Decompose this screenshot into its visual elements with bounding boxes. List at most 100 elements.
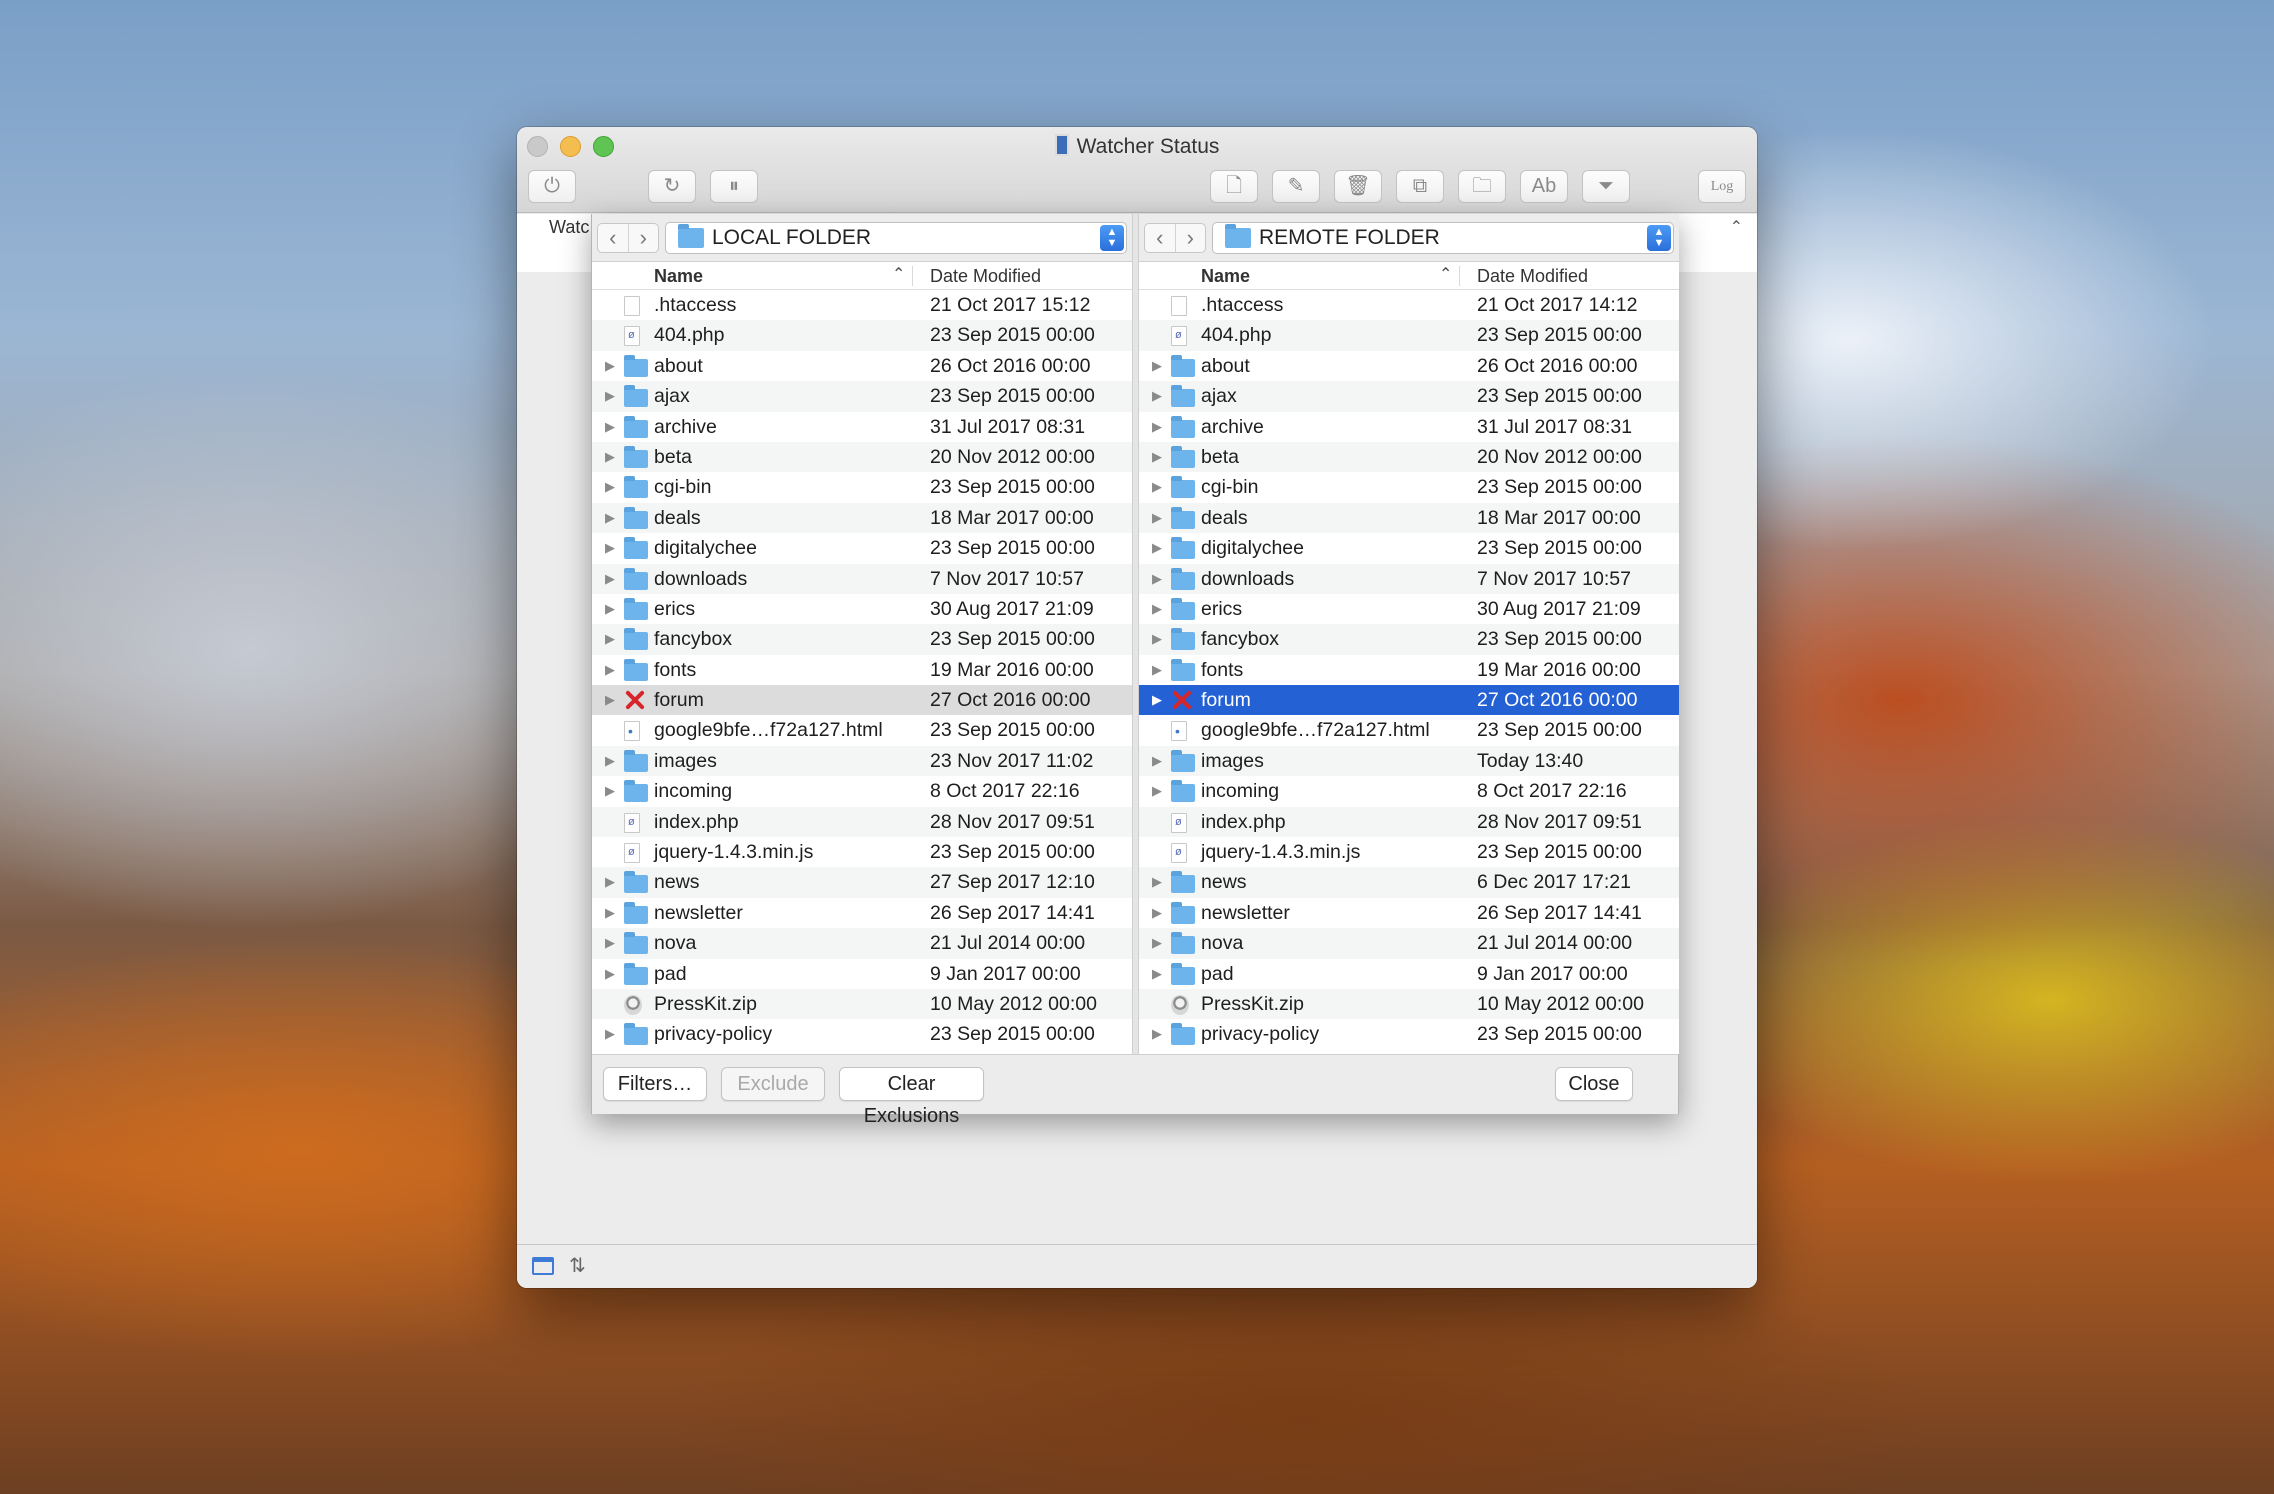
disclosure-triangle-icon[interactable]: ▶ (1152, 503, 1162, 533)
disclosure-triangle-icon[interactable]: ▶ (605, 381, 615, 411)
disclosure-triangle-icon[interactable]: ▶ (1152, 685, 1162, 715)
remote-path-popup[interactable]: REMOTE FOLDER ▲ ▼ (1212, 222, 1674, 254)
rename-button[interactable]: Ab (1520, 170, 1568, 203)
remote-file-row[interactable]: .htaccess 21 Oct 2017 14:12 (1139, 290, 1679, 320)
local-file-row[interactable]: ▶ fancybox 23 Sep 2015 00:00 (592, 624, 1132, 655)
chevron-up-icon[interactable]: ⌃ (1730, 217, 1743, 237)
disclosure-triangle-icon[interactable]: ▶ (605, 442, 615, 472)
disclosure-triangle-icon[interactable]: ▶ (1152, 776, 1162, 806)
name-column-header[interactable]: Name (1201, 266, 1250, 287)
remote-file-row[interactable]: jquery-1.4.3.min.js 23 Sep 2015 00:00 (1139, 837, 1679, 867)
remote-file-row[interactable]: ▶ newsletter 26 Sep 2017 14:41 (1139, 898, 1679, 928)
local-file-row[interactable]: ▶ about 26 Oct 2016 00:00 (592, 351, 1132, 381)
local-file-row[interactable]: jquery-1.4.3.min.js 23 Sep 2015 00:00 (592, 837, 1132, 867)
local-file-row[interactable]: ▶ deals 18 Mar 2017 00:00 (592, 502, 1132, 534)
filters-button[interactable]: Filters… (603, 1067, 707, 1101)
disclosure-triangle-icon[interactable]: ▶ (1152, 594, 1162, 624)
power-button[interactable]: ⏻ (528, 170, 576, 203)
log-button[interactable]: Log (1698, 170, 1746, 203)
remote-file-row[interactable]: ▶ ajax 23 Sep 2015 00:00 (1139, 381, 1679, 412)
disclosure-triangle-icon[interactable]: ▶ (1152, 533, 1162, 563)
remote-file-row[interactable]: ▶ fancybox 23 Sep 2015 00:00 (1139, 624, 1679, 655)
local-path-popup[interactable]: LOCAL FOLDER ▲ ▼ (665, 222, 1127, 254)
back-icon[interactable]: ‹ (598, 224, 629, 252)
pause-button[interactable]: ⏸ (710, 170, 758, 203)
new-file-button[interactable]: 🗋 (1210, 170, 1258, 203)
disclosure-triangle-icon[interactable]: ▶ (605, 1019, 615, 1049)
disclosure-triangle-icon[interactable]: ▶ (1152, 624, 1162, 654)
remote-file-row[interactable]: PressKit.zip 10 May 2012 00:00 (1139, 988, 1679, 1020)
local-file-row[interactable]: ▶ incoming 8 Oct 2017 22:16 (592, 776, 1132, 806)
remote-file-row[interactable]: ▶ archive 31 Jul 2017 08:31 (1139, 412, 1679, 442)
local-file-row[interactable]: ▶ nova 21 Jul 2014 00:00 (592, 928, 1132, 959)
window-layout-icon[interactable] (532, 1257, 554, 1275)
disclosure-triangle-icon[interactable]: ▶ (605, 655, 615, 685)
disclosure-triangle-icon[interactable]: ▶ (605, 867, 615, 897)
local-file-row[interactable]: index.php 28 Nov 2017 09:51 (592, 806, 1132, 838)
remote-file-row[interactable]: ▶ about 26 Oct 2016 00:00 (1139, 351, 1679, 381)
remote-file-row[interactable]: google9bfe…f72a127.html 23 Sep 2015 00:00 (1139, 715, 1679, 746)
edit-button[interactable]: ✎ (1272, 170, 1320, 203)
disclosure-triangle-icon[interactable]: ▶ (605, 898, 615, 928)
delete-button[interactable]: 🗑 (1334, 170, 1382, 203)
remote-file-row[interactable]: ▶ erics 30 Aug 2017 21:09 (1139, 594, 1679, 624)
remote-file-row[interactable]: index.php 28 Nov 2017 09:51 (1139, 806, 1679, 838)
remote-file-row[interactable]: ▶ beta 20 Nov 2012 00:00 (1139, 441, 1679, 473)
disclosure-triangle-icon[interactable]: ▶ (605, 503, 615, 533)
date-column-header[interactable]: Date Modified (930, 266, 1041, 287)
local-file-row[interactable]: ▶ privacy-policy 23 Sep 2015 00:00 (592, 1019, 1132, 1049)
local-file-row[interactable]: 404.php 23 Sep 2015 00:00 (592, 320, 1132, 351)
disclosure-triangle-icon[interactable]: ▶ (605, 624, 615, 654)
name-column-header[interactable]: Name (654, 266, 703, 287)
disclosure-triangle-icon[interactable]: ▶ (1152, 1019, 1162, 1049)
disclosure-triangle-icon[interactable]: ▶ (605, 685, 615, 715)
local-file-row[interactable]: ▶ images 23 Nov 2017 11:02 (592, 745, 1132, 777)
remote-file-row[interactable]: ▶ pad 9 Jan 2017 00:00 (1139, 959, 1679, 989)
disclosure-triangle-icon[interactable]: ▶ (1152, 898, 1162, 928)
sort-arrows-icon[interactable]: ⇅ (569, 1253, 586, 1278)
forward-icon[interactable]: › (629, 224, 659, 252)
pane-divider[interactable] (1132, 214, 1139, 1054)
disclosure-triangle-icon[interactable]: ▶ (605, 533, 615, 563)
remote-file-row[interactable]: ▶ cgi-bin 23 Sep 2015 00:00 (1139, 472, 1679, 502)
disclosure-triangle-icon[interactable]: ▶ (605, 351, 615, 381)
local-file-row[interactable]: ▶ erics 30 Aug 2017 21:09 (592, 594, 1132, 624)
remote-file-row[interactable]: ▶ digitalychee 23 Sep 2015 00:00 (1139, 533, 1679, 563)
disclosure-triangle-icon[interactable]: ▶ (1152, 351, 1162, 381)
local-file-row[interactable]: ▶ forum 27 Oct 2016 00:00 (592, 685, 1132, 716)
disclosure-triangle-icon[interactable]: ▶ (1152, 746, 1162, 776)
local-file-row[interactable]: .htaccess 21 Oct 2017 15:12 (592, 290, 1132, 320)
disclosure-triangle-icon[interactable]: ▶ (1152, 472, 1162, 502)
local-file-row[interactable]: ▶ archive 31 Jul 2017 08:31 (592, 412, 1132, 442)
local-file-row[interactable]: ▶ news 27 Sep 2017 12:10 (592, 867, 1132, 898)
disclosure-triangle-icon[interactable]: ▶ (1152, 959, 1162, 989)
local-file-row[interactable]: PressKit.zip 10 May 2012 00:00 (592, 988, 1132, 1020)
disclosure-triangle-icon[interactable]: ▶ (605, 746, 615, 776)
remote-file-row[interactable]: ▶ deals 18 Mar 2017 00:00 (1139, 502, 1679, 534)
local-file-row[interactable]: ▶ pad 9 Jan 2017 00:00 (592, 959, 1132, 989)
refresh-button[interactable]: ↻ (648, 170, 696, 203)
local-file-row[interactable]: ▶ digitalychee 23 Sep 2015 00:00 (592, 533, 1132, 563)
local-file-row[interactable]: google9bfe…f72a127.html 23 Sep 2015 00:00 (592, 715, 1132, 746)
new-folder-button[interactable]: 🗀 (1458, 170, 1506, 203)
disclosure-triangle-icon[interactable]: ▶ (1152, 412, 1162, 442)
disclosure-triangle-icon[interactable]: ▶ (605, 959, 615, 989)
remote-file-row[interactable]: ▶ nova 21 Jul 2014 00:00 (1139, 928, 1679, 959)
clear-exclusions-button[interactable]: Clear Exclusions (839, 1067, 984, 1127)
local-file-row[interactable]: ▶ ajax 23 Sep 2015 00:00 (592, 381, 1132, 412)
disclosure-triangle-icon[interactable]: ▶ (1152, 442, 1162, 472)
disclosure-triangle-icon[interactable]: ▶ (605, 412, 615, 442)
remote-file-row[interactable]: 404.php 23 Sep 2015 00:00 (1139, 320, 1679, 351)
local-file-row[interactable]: ▶ cgi-bin 23 Sep 2015 00:00 (592, 472, 1132, 502)
local-file-row[interactable]: ▶ downloads 7 Nov 2017 10:57 (592, 563, 1132, 594)
filter-button[interactable]: ⏷ (1582, 170, 1630, 203)
disclosure-triangle-icon[interactable]: ▶ (1152, 655, 1162, 685)
disclosure-triangle-icon[interactable]: ▶ (605, 472, 615, 502)
remote-file-row[interactable]: ▶ fonts 19 Mar 2016 00:00 (1139, 655, 1679, 685)
disclosure-triangle-icon[interactable]: ▶ (605, 776, 615, 806)
remote-file-row[interactable]: ▶ images Today 13:40 (1139, 745, 1679, 777)
remote-file-row[interactable]: ▶ privacy-policy 23 Sep 2015 00:00 (1139, 1019, 1679, 1049)
remote-file-row[interactable]: ▶ forum 27 Oct 2016 00:00 (1139, 685, 1679, 716)
remote-file-row[interactable]: ▶ news 6 Dec 2017 17:21 (1139, 867, 1679, 898)
date-column-header[interactable]: Date Modified (1477, 266, 1588, 287)
